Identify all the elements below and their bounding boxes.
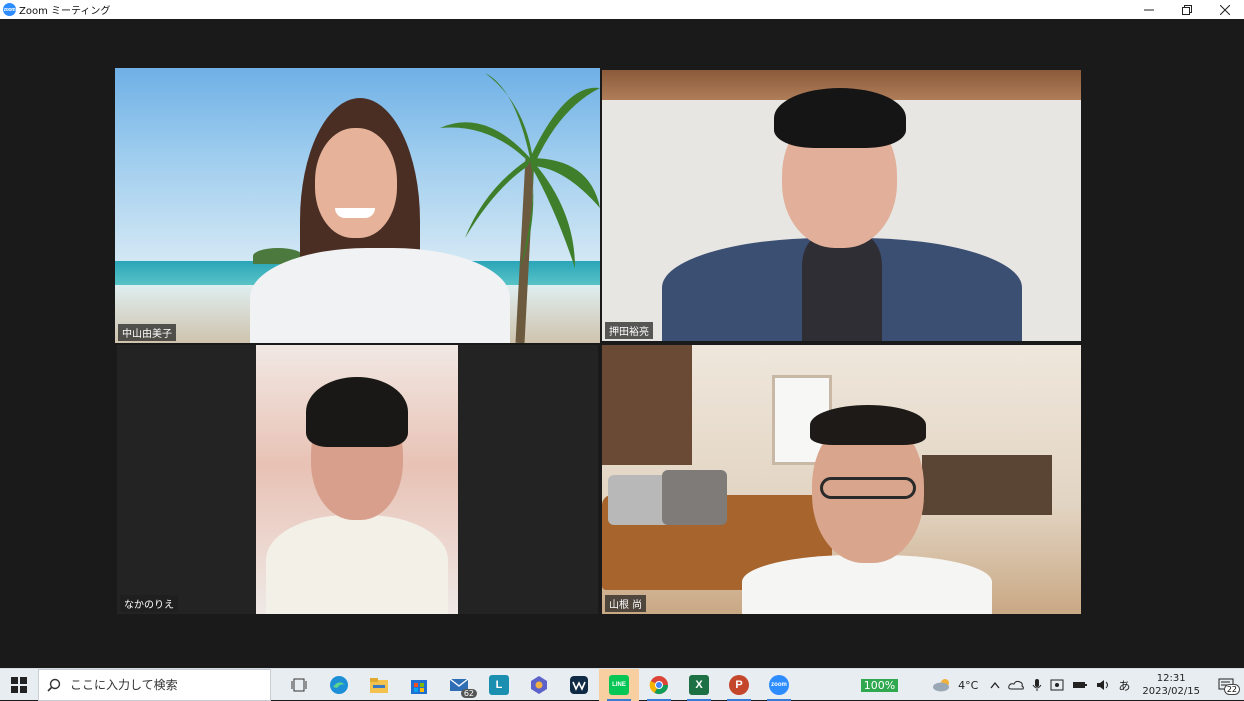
line-button[interactable]: LINE [599,668,639,701]
file-explorer-button[interactable] [359,669,399,701]
microphone-button[interactable] [1032,678,1042,692]
participant-name-label: なかのりえ [120,595,178,612]
tray-app-button[interactable] [1050,678,1064,692]
participant-video [250,98,510,343]
zoom-logo-icon: zoom [3,3,16,16]
webex-icon [570,675,588,694]
powerpoint-button[interactable]: P [719,669,759,701]
chrome-button[interactable] [639,669,679,701]
chevron-up-icon [990,681,1000,689]
video-tile-3[interactable]: なかのりえ [117,345,598,614]
windows-icon [11,676,27,693]
cloud-icon [1008,680,1025,690]
participant-video [662,78,1022,341]
close-button[interactable] [1206,0,1244,19]
tray-app-icon [1050,679,1064,691]
mail-button[interactable]: 62 [439,669,479,701]
zoom-button[interactable]: zoom [759,669,799,701]
battery-icon [1073,682,1088,688]
zoom-icon: zoom [769,674,789,695]
teams-button[interactable] [519,669,559,701]
l-app-icon: L [489,674,509,695]
show-hidden-icons-button[interactable] [990,681,1000,689]
video-tile-1[interactable]: 中山由美子 [115,68,600,343]
l-app-button[interactable]: L [479,669,519,701]
video-tile-2[interactable]: 押田裕亮 [602,70,1081,341]
microphone-icon [1032,679,1042,691]
clock[interactable]: 12:31 2023/02/15 [1142,672,1200,698]
search-box[interactable]: ここに入力して検索 [38,668,271,701]
weather-widget[interactable]: 4°C [932,678,978,692]
participant-name-label: 押田裕亮 [605,322,653,339]
minimize-icon [1144,9,1154,10]
minimize-button[interactable] [1130,0,1168,19]
taskbar: ここに入力して検索 62 L LINE X P zoom 100% 4°C あ … [0,668,1244,701]
participant-name-label: 中山由美子 [118,324,176,341]
clock-date: 2023/02/15 [1142,686,1200,697]
start-button[interactable] [0,669,38,701]
excel-icon: X [689,674,709,695]
edge-icon [330,675,348,694]
excel-button[interactable]: X [679,669,719,701]
powerpoint-icon: P [729,674,749,695]
system-tray: 100% 4°C あ 12:31 2023/02/15 22 [860,669,1244,701]
file-explorer-icon [370,677,388,693]
store-icon [411,679,427,694]
teams-icon [531,675,547,694]
battery-button[interactable] [1072,680,1088,690]
mail-badge: 62 [460,688,477,698]
onedrive-button[interactable] [1008,680,1025,690]
speaker-icon [1097,680,1109,690]
restore-icon [1182,4,1192,15]
store-button[interactable] [399,669,439,701]
clock-time: 12:31 [1156,673,1186,684]
task-view-button[interactable] [279,669,319,701]
task-view-icon [291,678,307,691]
notification-count: 22 [1223,684,1240,695]
search-placeholder: ここに入力して検索 [70,678,178,692]
title-bar: zoom Zoom ミーティング [0,0,1244,19]
notifications-button[interactable]: 22 [1212,678,1240,695]
ime-indicator[interactable]: あ [1118,677,1130,694]
volume-button[interactable] [1096,679,1110,691]
webex-button[interactable] [559,669,599,701]
participant-video [256,365,458,614]
temperature-label: 4°C [958,678,979,692]
edge-button[interactable] [319,669,359,701]
restore-button[interactable] [1168,0,1206,19]
gallery-view: 中山由美子 押田裕亮 なかのりえ 山根 尚 [0,19,1244,668]
participant-name-label: 山根 尚 [605,595,647,612]
participant-video [742,405,992,614]
close-icon [1220,4,1230,15]
chrome-icon [649,675,668,694]
cloud-sun-icon [933,679,950,692]
video-tile-4[interactable]: 山根 尚 [602,345,1081,614]
search-icon [47,678,61,692]
line-icon: LINE [609,674,629,695]
battery-indicator[interactable]: 100% [860,678,899,692]
window-title: Zoom ミーティング [19,6,111,17]
